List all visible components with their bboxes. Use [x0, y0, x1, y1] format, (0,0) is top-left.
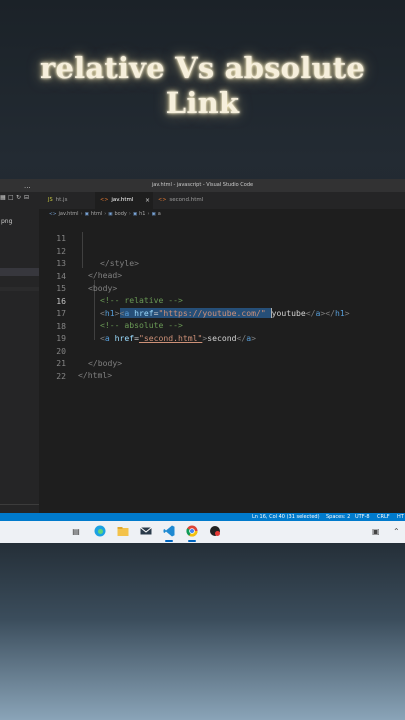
code-line: 20 </body> [39, 333, 405, 368]
code-line: 12 </style> [39, 233, 405, 268]
breadcrumb-item[interactable]: html [91, 211, 102, 217]
chrome-icon[interactable] [185, 525, 199, 539]
code-text: </html> [78, 370, 113, 380]
tab-label: second.html [169, 197, 204, 203]
sidebar-selected-row[interactable] [0, 268, 39, 276]
code-line: 19 [39, 320, 405, 343]
html-file-icon: <> [49, 212, 57, 217]
chevron-right-icon: › [104, 211, 107, 217]
html-file-icon: <> [158, 197, 167, 203]
explorer-sidebar: ▦ □ ↻ ⊟ ··· png [0, 184, 39, 517]
code-line: 14 <body> [39, 258, 405, 293]
active-app-indicator [165, 540, 173, 542]
tab-jav-html[interactable]: <> jav.html × [95, 192, 153, 209]
file-explorer-icon[interactable] [116, 525, 130, 539]
breadcrumb: <> jav.html › ▣ html › ▣ body › ▣ h1 › ▣ a [39, 209, 405, 220]
breadcrumb-item[interactable]: h1 [139, 211, 145, 217]
tab-bar: JS ht.js <> jav.html × <> second.html [39, 192, 405, 209]
close-icon[interactable]: × [145, 192, 150, 209]
sidebar-row[interactable] [0, 287, 39, 291]
tab-second-html[interactable]: <> second.html [153, 192, 215, 209]
new-folder-icon[interactable]: □ [8, 194, 14, 201]
code-editor[interactable]: 11 12 </style> 13 </head> 14 <body> 15 <… [39, 220, 405, 517]
cursor-position[interactable]: Ln 16, Col 40 (31 selected) [252, 513, 320, 521]
html-file-icon: <> [100, 197, 109, 203]
element-icon: ▣ [108, 212, 113, 217]
indentation-setting[interactable]: Spaces: 2 [326, 513, 350, 521]
code-line: 18 <a href="second.html">second</a> [39, 308, 405, 343]
code-line: 15 <!-- relative --> [39, 270, 405, 305]
vscode-window: jav.html - javascript - Visual Studio Co… [0, 179, 405, 521]
javascript-file-icon: JS [48, 197, 53, 203]
eol-setting[interactable]: CRLF [377, 513, 390, 521]
element-icon: ▣ [151, 212, 156, 217]
breadcrumb-item[interactable]: body [114, 211, 126, 217]
windows-taskbar: ▤ ▣ ⌃ [0, 521, 405, 543]
breadcrumb-item[interactable]: a [158, 211, 161, 217]
task-view-icon[interactable]: ▤ [69, 525, 83, 539]
code-line: 11 [39, 220, 405, 243]
sidebar-file-item[interactable]: png [1, 218, 12, 225]
line-number: 22 [56, 370, 66, 381]
element-icon: ▣ [84, 212, 89, 217]
code-line: 17 <!-- absolute --> [39, 295, 405, 330]
new-file-icon[interactable]: ▦ [0, 194, 6, 201]
vscode-icon[interactable] [162, 525, 176, 539]
chevron-up-icon[interactable]: ⌃ [393, 527, 400, 536]
code-line-active: 16 <h1><a href="https://youtube.com/" yo… [39, 283, 405, 318]
code-line: 13 </head> [39, 245, 405, 280]
active-app-indicator [188, 540, 196, 542]
overlay-title-line-2: Link [165, 86, 240, 120]
window-title: jav.html - javascript - Visual Studio Co… [0, 179, 405, 192]
mail-icon[interactable] [139, 525, 153, 539]
collapse-icon[interactable]: ⊟ [24, 194, 29, 201]
overlay-title-line-1: relative Vs absolute [40, 51, 365, 85]
explorer-actions: ▦ □ ↻ ⊟ [0, 194, 39, 204]
code-line: 22 [39, 358, 405, 381]
language-mode[interactable]: HT [397, 513, 404, 521]
code-line: 21 </html> [39, 345, 405, 380]
chevron-right-icon: › [128, 211, 131, 217]
chevron-right-icon: › [80, 211, 83, 217]
status-bar: Ln 16, Col 40 (31 selected) Spaces: 2 UT… [0, 513, 405, 521]
edge-icon[interactable] [93, 525, 107, 539]
breadcrumb-item[interactable]: jav.html [59, 211, 79, 217]
more-actions-icon[interactable]: ··· [24, 184, 31, 192]
sidebar-divider [0, 504, 39, 505]
chevron-right-icon: › [147, 211, 150, 217]
tab-ht-js[interactable]: JS ht.js [43, 192, 95, 209]
app-icon[interactable] [208, 525, 222, 539]
refresh-icon[interactable]: ↻ [16, 194, 21, 201]
tab-label: ht.js [55, 197, 68, 203]
element-icon: ▣ [132, 212, 138, 217]
camera-icon[interactable]: ▣ [372, 527, 380, 536]
encoding-setting[interactable]: UTF-8 [355, 513, 370, 521]
tab-label: jav.html [111, 197, 134, 203]
